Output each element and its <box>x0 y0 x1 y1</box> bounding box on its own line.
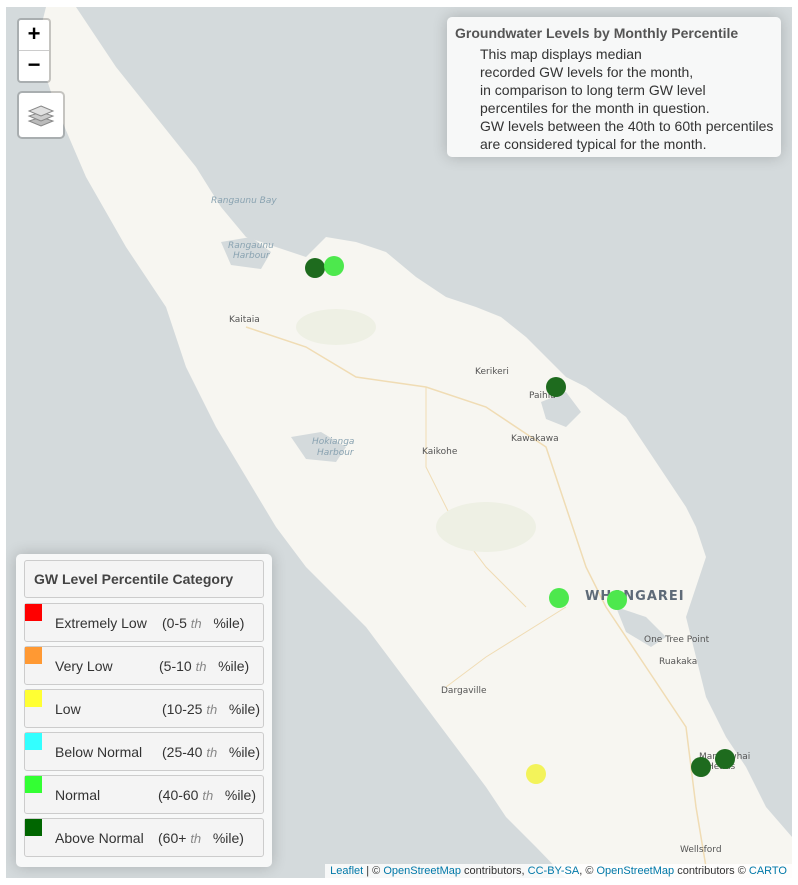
label-kerikeri: Kerikeri <box>475 367 509 377</box>
layers-icon <box>27 105 55 127</box>
info-panel: Groundwater Levels by Monthly Percentile… <box>447 17 781 157</box>
zoom-out-button[interactable]: − <box>19 51 49 81</box>
gw-site-marker[interactable] <box>607 590 627 610</box>
label-kawakawa: Kawakawa <box>511 434 559 444</box>
gw-site-marker[interactable] <box>691 757 711 777</box>
gw-site-marker[interactable] <box>546 377 566 397</box>
info-title: Groundwater Levels by Monthly Percentile <box>455 25 739 41</box>
legend-swatch <box>25 690 42 707</box>
label-dargaville: Dargaville <box>441 686 487 696</box>
legend-row-below-normal: Below Normal (25-40 th %ile) <box>24 732 264 771</box>
map-attribution: Leaflet | © OpenStreetMap contributors, … <box>325 864 792 878</box>
legend-range: (60+ th %ile) <box>158 830 244 846</box>
info-line: This map displays median <box>480 46 642 62</box>
legend-label: Above Normal <box>55 830 144 846</box>
legend-swatch <box>25 733 42 750</box>
label-rangaunu-harbour-line1: Rangaunu <box>228 241 274 251</box>
info-line: in comparison to long term GW level <box>480 82 706 98</box>
legend-title: GW Level Percentile Category <box>24 560 264 598</box>
legend-swatch <box>25 604 42 621</box>
info-body: This map displays median recorded GW lev… <box>455 45 773 153</box>
legend-swatch <box>25 776 42 793</box>
legend-label: Extremely Low <box>55 615 147 631</box>
legend-swatch <box>25 647 42 664</box>
label-kaikohe: Kaikohe <box>422 447 458 457</box>
leaflet-link[interactable]: Leaflet <box>330 865 363 877</box>
legend-row-very-low: Very Low (5-10 th %ile) <box>24 646 264 685</box>
layers-button[interactable] <box>17 91 65 139</box>
legend-range: (25-40 th %ile) <box>162 744 260 760</box>
legend-range: (5-10 th %ile) <box>159 658 250 674</box>
label-ruakaka: Ruakaka <box>659 657 698 667</box>
gw-site-marker[interactable] <box>715 749 735 769</box>
legend-label: Below Normal <box>55 744 143 760</box>
label-kaitaia: Kaitaia <box>229 315 260 325</box>
zoom-in-button[interactable]: + <box>19 20 49 51</box>
info-line: percentiles for the month in question. <box>480 100 710 116</box>
legend-label: Normal <box>55 787 101 803</box>
legend-row-above-normal: Above Normal (60+ th %ile) <box>24 818 264 857</box>
gw-site-marker[interactable] <box>324 256 344 276</box>
legend-panel: GW Level Percentile Category Extremely L… <box>16 554 272 867</box>
info-line: recorded GW levels for the month, <box>480 64 694 80</box>
gw-site-marker[interactable] <box>526 764 546 784</box>
label-whangarei: WHANGAREI <box>585 589 685 604</box>
gw-site-marker[interactable] <box>305 258 325 278</box>
label-hokianga-line1: Hokianga <box>312 437 355 447</box>
label-one-tree-point: One Tree Point <box>644 635 710 645</box>
gw-site-marker[interactable] <box>549 588 569 608</box>
legend-label: Low <box>55 701 81 717</box>
info-line: GW levels between the 40th to 60th perce… <box>480 118 774 134</box>
label-wellsford: Wellsford <box>680 845 722 855</box>
legend-row-low: Low (10-25 th %ile) <box>24 689 264 728</box>
zoom-control: + − <box>17 18 51 83</box>
legend-row-normal: Normal (40-60 th %ile) <box>24 775 264 814</box>
map[interactable]: Rangaunu Bay Rangaunu Harbour Kaitaia Ke… <box>6 7 792 878</box>
legend-row-extremely-low: Extremely Low (0-5 th %ile) <box>24 603 264 642</box>
osm-link[interactable]: OpenStreetMap <box>383 865 461 877</box>
cc-by-sa-link[interactable]: CC-BY-SA <box>528 865 580 877</box>
label-rangaunu-harbour-line2: Harbour <box>233 251 270 261</box>
legend-range: (0-5 th %ile) <box>162 615 245 631</box>
legend-range: (10-25 th %ile) <box>162 701 260 717</box>
legend-range: (40-60 th %ile) <box>158 787 256 803</box>
info-line: are considered typical for the month. <box>480 136 707 152</box>
carto-link[interactable]: CARTO <box>749 865 787 877</box>
label-hokianga-line2: Harbour <box>317 448 354 458</box>
legend-label: Very Low <box>55 658 113 674</box>
label-rangaunu-bay: Rangaunu Bay <box>211 196 277 206</box>
osm-link-2[interactable]: OpenStreetMap <box>596 865 674 877</box>
legend-swatch <box>25 819 42 836</box>
